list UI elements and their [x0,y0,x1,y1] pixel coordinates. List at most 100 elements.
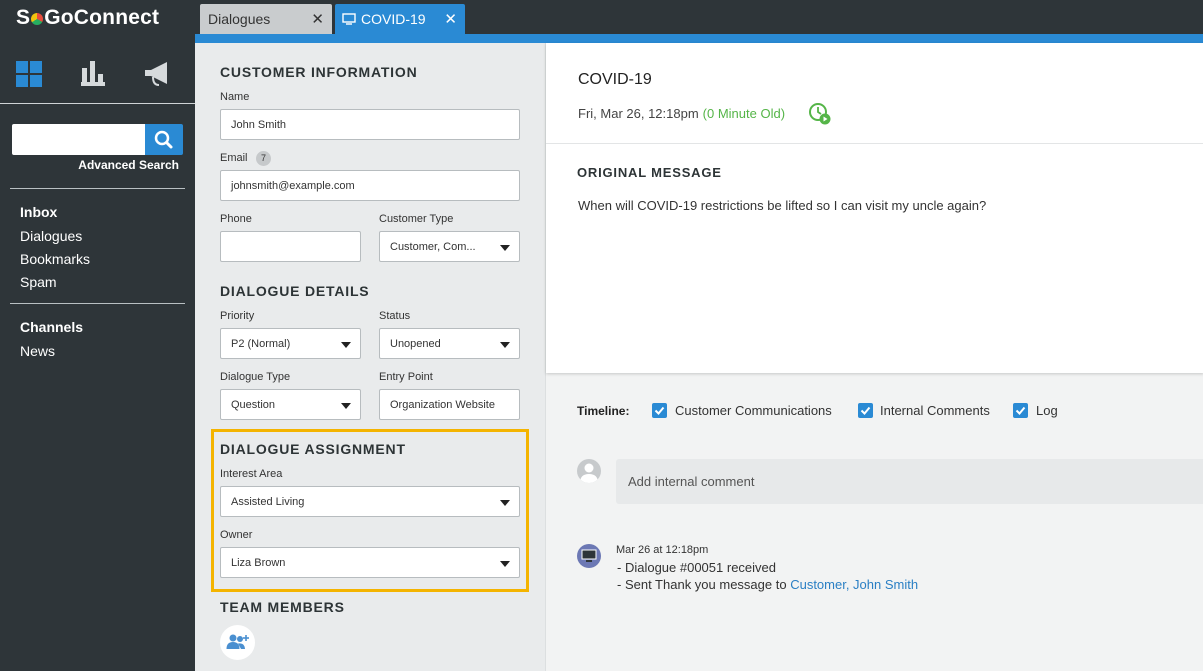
email-field[interactable]: johnsmith@example.com [220,170,520,201]
select-value: Customer, Com... [390,241,476,253]
original-message-body: When will COVID-19 restrictions be lifte… [578,198,987,213]
status-select[interactable]: Unopened [379,328,520,359]
select-value: Unopened [390,338,441,350]
original-message-title: ORIGINAL MESSAGE [577,165,722,180]
active-tab-strip [195,34,1203,43]
internal-comments-label[interactable]: Internal Comments [880,403,990,418]
select-value: Liza Brown [231,557,286,569]
search-icon [154,130,173,149]
dialogue-content: COVID-19 Fri, Mar 26, 12:18pm (0 Minute O… [545,43,1203,671]
sidebar-heading-inbox[interactable]: Inbox [20,204,57,220]
select-value: Question [231,399,276,411]
section-title-dialogue-details: DIALOGUE DETAILS [220,283,370,299]
add-team-member-button[interactable] [220,625,255,660]
internal-comment-input[interactable]: Add internal comment [616,459,1203,504]
status-label: Status [379,310,411,322]
customer-link[interactable]: Customer, John Smith [790,577,918,592]
sidebar-divider [10,303,185,304]
caret-down-icon [341,403,351,409]
section-title-dialogue-assignment: DIALOGUE ASSIGNMENT [220,441,406,457]
owner-label: Owner [220,529,253,541]
select-value: Assisted Living [231,496,305,508]
reports-icon[interactable] [79,60,107,88]
add-users-icon [226,634,249,649]
check-icon [860,406,871,415]
priority-select[interactable]: P2 (Normal) [220,328,361,359]
owner-select[interactable]: Liza Brown [220,547,520,578]
name-label: Name [220,91,250,103]
phone-field[interactable] [220,231,361,262]
sidebar-divider [10,188,185,189]
close-icon[interactable]: ✕ [444,10,457,28]
sidebar-item-news[interactable]: News [20,343,55,359]
search-button[interactable] [145,124,183,155]
dashboard-icon[interactable] [15,60,43,88]
user-avatar [577,459,601,483]
log-checkbox[interactable] [1013,403,1028,418]
customer-type-label: Customer Type [379,213,454,225]
tab-dialogues[interactable]: Dialogues ✕ [200,4,332,34]
entry-point-field[interactable]: Organization Website [379,389,520,420]
sidebar-item-spam[interactable]: Spam [20,274,57,290]
phone-label: Phone [220,213,252,225]
event-text: - Sent Thank you message to [617,577,791,592]
interest-area-select[interactable]: Assisted Living [220,486,520,517]
tab-bar: Dialogues ✕ COVID-19 ✕ [195,0,1203,34]
customer-communications-label[interactable]: Customer Communications [675,403,832,418]
dialogue-type-label: Dialogue Type [220,371,291,383]
tab-label: Dialogues [208,11,271,27]
logo-text-start: S [16,6,31,29]
name-field[interactable]: John Smith [220,109,520,140]
timeline-label: Timeline: [577,404,630,418]
log-label[interactable]: Log [1036,403,1058,418]
dialogue-form-panel: CUSTOMER INFORMATION Name John Smith Ema… [195,43,545,671]
message-card: COVID-19 Fri, Mar 26, 12:18pm (0 Minute O… [546,43,1203,373]
caret-down-icon [500,500,510,506]
caret-down-icon [500,561,510,567]
announcements-icon[interactable] [143,60,171,88]
section-title-customer-information: CUSTOMER INFORMATION [220,64,418,80]
section-title-team-members: TEAM MEMBERS [220,599,345,615]
email-label: Email [220,152,248,164]
close-icon[interactable]: ✕ [311,10,324,28]
nav-divider [0,103,195,104]
caret-down-icon [500,342,510,348]
tab-covid-19[interactable]: COVID-19 ✕ [335,4,465,34]
user-icon [580,463,598,483]
event-avatar [577,544,601,568]
priority-label: Priority [220,310,255,322]
dialogue-date: Fri, Mar 26, 12:18pm (0 Minute Old) [578,106,785,121]
check-icon [1015,406,1026,415]
internal-comments-checkbox[interactable] [858,403,873,418]
dialogue-type-select[interactable]: Question [220,389,361,420]
logo-text-end: GoConnect [44,6,160,29]
customer-communications-checkbox[interactable] [652,403,667,418]
interest-area-label: Interest Area [220,468,283,480]
monitor-icon [342,13,356,25]
caret-down-icon [341,342,351,348]
dialogue-title: COVID-19 [578,71,652,88]
event-timestamp: Mar 26 at 12:18pm [616,544,709,556]
app-logo[interactable]: S GoConnect [16,6,159,30]
search-input[interactable] [12,124,145,155]
email-count-badge[interactable]: 7 [256,151,271,166]
monitor-icon [581,549,597,562]
dialogue-timestamp: Fri, Mar 26, 12:18pm [578,106,699,121]
advanced-search-link[interactable]: Advanced Search [78,158,179,172]
logo-dot-icon [31,13,44,25]
customer-type-select[interactable]: Customer, Com... [379,231,520,262]
event-line: - Dialogue #00051 received [617,560,776,575]
event-line: - Sent Thank you message to Customer, Jo… [617,577,918,592]
card-divider [546,143,1203,144]
caret-down-icon [500,245,510,251]
sidebar-item-bookmarks[interactable]: Bookmarks [20,251,90,267]
check-icon [654,406,665,415]
entry-point-label: Entry Point [379,371,433,383]
sidebar-item-dialogues[interactable]: Dialogues [20,228,82,244]
tab-label: COVID-19 [361,11,426,27]
sidebar-heading-channels[interactable]: Channels [20,319,83,335]
select-value: P2 (Normal) [231,338,291,350]
clock-play-icon[interactable] [808,102,832,126]
sidebar: S GoConnect Advanced Search Inbox Dialogu… [0,0,195,671]
dialogue-age: (0 Minute Old) [702,106,786,121]
